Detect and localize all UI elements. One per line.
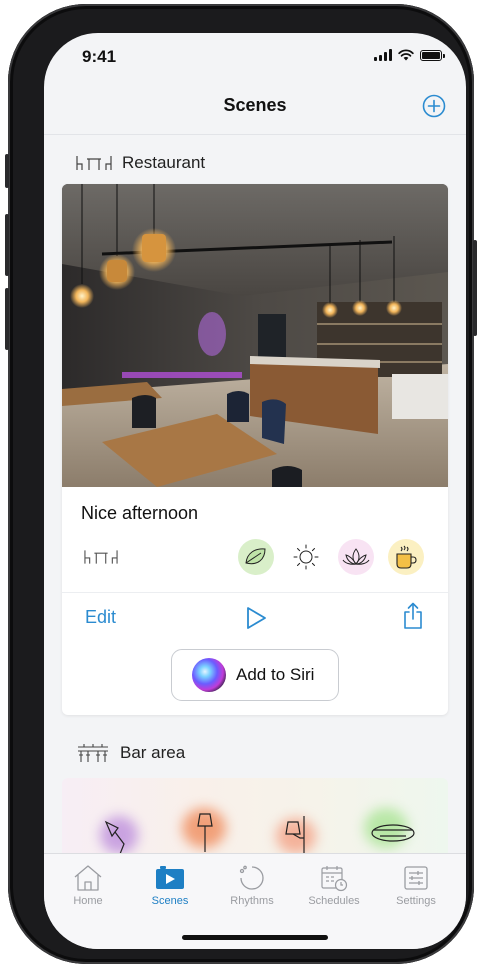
bar-counter-icon [78, 744, 108, 762]
battery-icon [420, 49, 445, 61]
tab-rhythms[interactable]: Rhythms [212, 864, 292, 907]
home-indicator [182, 935, 328, 940]
add-to-siri-button[interactable]: Add to Siri [171, 649, 339, 701]
nav-divider [44, 134, 466, 135]
volume-down-button [5, 288, 9, 350]
status-time: 9:41 [82, 47, 117, 66]
share-icon[interactable] [402, 602, 424, 630]
leaves-icon [238, 539, 274, 575]
tab-label: Rhythms [230, 895, 274, 907]
cellular-signal-icon [374, 49, 392, 61]
tab-label: Schedules [308, 895, 360, 907]
mood-icons [238, 539, 424, 575]
tab-settings[interactable]: Settings [376, 864, 456, 907]
settings-icon [404, 866, 428, 890]
rhythms-icon [239, 865, 264, 890]
tab-label: Home [73, 895, 103, 907]
section-title: Bar area [120, 743, 186, 762]
edit-button[interactable]: Edit [85, 607, 116, 628]
sun-icon [288, 539, 324, 575]
play-icon[interactable] [244, 605, 268, 631]
desk-lamp-icon [104, 820, 125, 854]
wall-lamp-icon [285, 816, 305, 854]
ceiling-light-icon [371, 824, 415, 842]
tab-scenes[interactable]: Scenes [130, 864, 210, 907]
restaurant-table-icon [76, 156, 112, 170]
page-title: Scenes [223, 95, 287, 115]
home-icon [74, 865, 102, 891]
lotus-icon [338, 539, 374, 575]
coffee-cup-icon [388, 539, 424, 575]
tab-schedules[interactable]: Schedules [294, 864, 374, 907]
scene-card[interactable]: Nice afternoon Edit Add to Siri [62, 184, 448, 715]
floor-lamp-icon [197, 813, 213, 852]
add-to-siri-label: Add to Siri [236, 665, 315, 684]
section-header-bar-area: Bar area [76, 743, 185, 763]
mute-switch [5, 154, 9, 188]
phone-frame: 9:41 Scenes Restaurant Nice afternoon Ed… [5, 4, 477, 964]
plus-circle-icon[interactable] [422, 94, 446, 118]
status-icons [374, 49, 445, 61]
power-button [473, 240, 477, 336]
card-divider [62, 592, 448, 593]
schedules-icon [321, 866, 348, 892]
section-title: Restaurant [122, 153, 206, 172]
app-screen: 9:41 Scenes Restaurant Nice afternoon Ed… [44, 33, 466, 949]
restaurant-interior-photo [62, 184, 448, 487]
wifi-icon [398, 49, 414, 61]
scenes-icon [156, 866, 184, 889]
tab-label: Settings [396, 895, 436, 907]
tab-bar: Home Scenes Rhythms Schedules Settings [44, 853, 466, 949]
scene-name: Nice afternoon [81, 503, 199, 523]
siri-icon [192, 658, 226, 692]
restaurant-table-icon [84, 550, 118, 564]
tab-home[interactable]: Home [48, 864, 128, 907]
tab-label: Scenes [151, 895, 189, 907]
section-header-restaurant: Restaurant [76, 153, 205, 173]
volume-up-button [5, 214, 9, 276]
